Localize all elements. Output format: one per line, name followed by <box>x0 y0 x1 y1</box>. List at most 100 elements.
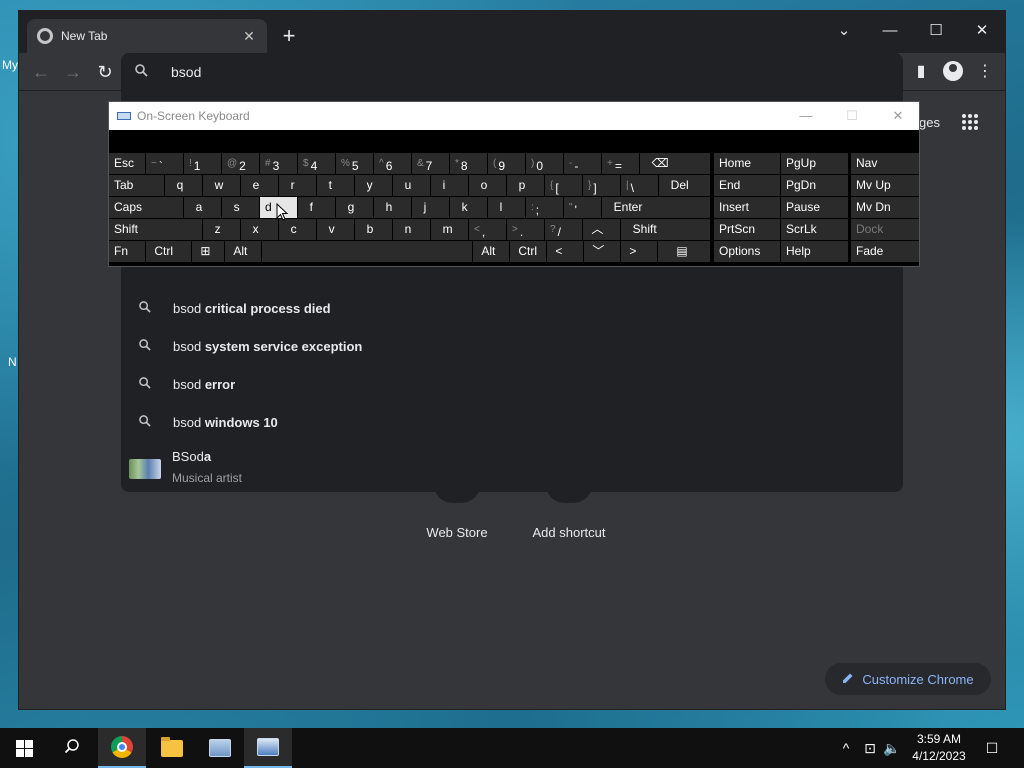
key-tab[interactable]: Tab <box>109 175 164 196</box>
taskbar-file-explorer[interactable] <box>148 728 196 768</box>
key-fade[interactable]: Fade <box>851 241 919 262</box>
key-5[interactable]: % 5 <box>336 153 373 174</box>
key-w[interactable]: w <box>203 175 240 196</box>
entity-thumbnail[interactable] <box>129 459 161 479</box>
key-quote[interactable]: " ' <box>564 197 601 218</box>
key-1[interactable]: ! 1 <box>184 153 221 174</box>
key-8[interactable]: * 8 <box>450 153 487 174</box>
key-l[interactable]: l <box>488 197 525 218</box>
key-2[interactable]: @2 <box>222 153 259 174</box>
key-period[interactable]: >. <box>507 219 544 240</box>
key-n[interactable]: n <box>393 219 430 240</box>
key-shift-right[interactable]: Shift <box>621 219 710 240</box>
key-u[interactable]: u <box>393 175 430 196</box>
key-end[interactable]: End <box>714 175 780 196</box>
web-store-shortcut-icon[interactable] <box>433 483 481 503</box>
search-button[interactable] <box>48 728 96 768</box>
key-enter[interactable]: Enter <box>602 197 710 218</box>
key-b[interactable]: b <box>355 219 392 240</box>
network-icon[interactable]: ⊡ <box>860 738 880 758</box>
key-q[interactable]: q <box>165 175 202 196</box>
forward-icon[interactable]: → <box>61 61 85 83</box>
key-prtscn[interactable]: PrtScn <box>714 219 780 240</box>
key-dock[interactable]: Dock <box>851 219 919 240</box>
backspace-icon[interactable]: ⌫ <box>640 153 710 174</box>
key-0[interactable]: ) 0 <box>526 153 563 174</box>
key-i[interactable]: i <box>431 175 468 196</box>
taskbar-on-screen-keyboard[interactable] <box>244 728 292 768</box>
close-tab-icon[interactable]: ✕ <box>241 28 257 45</box>
reload-icon[interactable]: ↻ <box>93 61 117 83</box>
key-fn[interactable]: Fn <box>109 241 145 262</box>
desktop-icon-label[interactable]: N <box>8 355 17 369</box>
back-icon[interactable]: ← <box>29 61 53 83</box>
key-pause[interactable]: Pause <box>781 197 848 218</box>
key-tilde[interactable]: ~ ` <box>146 153 183 174</box>
key-e[interactable]: e <box>241 175 278 196</box>
taskbar-app[interactable] <box>196 728 244 768</box>
key-minus[interactable]: -- <box>564 153 601 174</box>
key-3[interactable]: #3 <box>260 153 297 174</box>
key-v[interactable]: v <box>317 219 354 240</box>
key-slash[interactable]: ? / <box>545 219 582 240</box>
volume-icon[interactable]: 🔈 <box>882 738 902 758</box>
key-alt-right[interactable]: Alt <box>473 241 509 262</box>
suggestion-item[interactable]: bsod critical process died <box>121 289 903 327</box>
key-equals[interactable]: + = <box>602 153 639 174</box>
key-alt-left[interactable]: Alt <box>225 241 261 262</box>
osk-maximize-button[interactable]: ☐ <box>829 102 875 130</box>
key-ctrl-left[interactable]: Ctrl <box>146 241 191 262</box>
entity-title[interactable]: BSoda <box>172 449 211 464</box>
address-bar-text[interactable]: bsod <box>171 64 201 80</box>
key-bracket-right[interactable]: }] <box>583 175 620 196</box>
key-mv-dn[interactable]: Mv Dn <box>851 197 919 218</box>
key-7[interactable]: & 7 <box>412 153 449 174</box>
suggestion-item[interactable]: bsod error <box>121 365 903 403</box>
shortcut-web-store[interactable]: Web Store <box>412 525 502 540</box>
maximize-button[interactable]: ☐ <box>913 17 959 45</box>
arrow-left-icon[interactable]: < <box>547 241 583 262</box>
context-menu-key-icon[interactable]: ▤ <box>658 241 710 262</box>
key-backslash[interactable]: | \ <box>621 175 658 196</box>
tab-new-tab[interactable]: New Tab ✕ <box>27 19 267 53</box>
new-tab-button[interactable]: + <box>277 23 301 49</box>
tab-search-chevron-icon[interactable]: ⌄ <box>821 17 867 45</box>
key-x[interactable]: x <box>241 219 278 240</box>
add-shortcut-icon[interactable] <box>545 483 593 503</box>
key-scrlk[interactable]: ScrLk <box>781 219 848 240</box>
osk-minimize-button[interactable]: — <box>783 102 829 130</box>
close-button[interactable]: ✕ <box>959 17 1005 45</box>
key-o[interactable]: o <box>469 175 506 196</box>
key-caps[interactable]: Caps <box>109 197 183 218</box>
start-button[interactable] <box>0 728 48 768</box>
customize-chrome-button[interactable]: Customize Chrome <box>825 663 991 695</box>
arrow-right-icon[interactable]: > <box>621 241 657 262</box>
key-nav[interactable]: Nav <box>851 153 919 174</box>
key-g[interactable]: g <box>336 197 373 218</box>
key-options[interactable]: Options <box>714 241 780 262</box>
key-semicolon[interactable]: :; <box>526 197 563 218</box>
key-space[interactable] <box>262 241 472 262</box>
key-t[interactable]: t <box>317 175 354 196</box>
side-panel-icon[interactable]: ▮ <box>909 61 933 83</box>
address-bar[interactable]: bsod <box>121 53 903 91</box>
apps-grid-icon[interactable] <box>961 113 979 136</box>
windows-key-icon[interactable]: ⊞ <box>192 241 224 262</box>
key-a[interactable]: a <box>184 197 221 218</box>
minimize-button[interactable]: — <box>867 17 913 45</box>
profile-icon[interactable] <box>941 61 965 88</box>
key-6[interactable]: ^ 6 <box>374 153 411 174</box>
key-help[interactable]: Help <box>781 241 848 262</box>
key-pgup[interactable]: PgUp <box>781 153 848 174</box>
clock[interactable]: 3:59 AM 4/12/2023 <box>906 731 972 765</box>
key-ctrl-right[interactable]: Ctrl <box>510 241 546 262</box>
key-home[interactable]: Home <box>714 153 780 174</box>
key-j[interactable]: j <box>412 197 449 218</box>
key-y[interactable]: y <box>355 175 392 196</box>
images-link[interactable]: ges <box>919 115 940 130</box>
key-s[interactable]: s <box>222 197 259 218</box>
key-insert[interactable]: Insert <box>714 197 780 218</box>
key-z[interactable]: z <box>203 219 240 240</box>
notifications-icon[interactable]: ☐ <box>982 738 1002 758</box>
arrow-down-icon[interactable]: ﹀ <box>584 241 620 262</box>
